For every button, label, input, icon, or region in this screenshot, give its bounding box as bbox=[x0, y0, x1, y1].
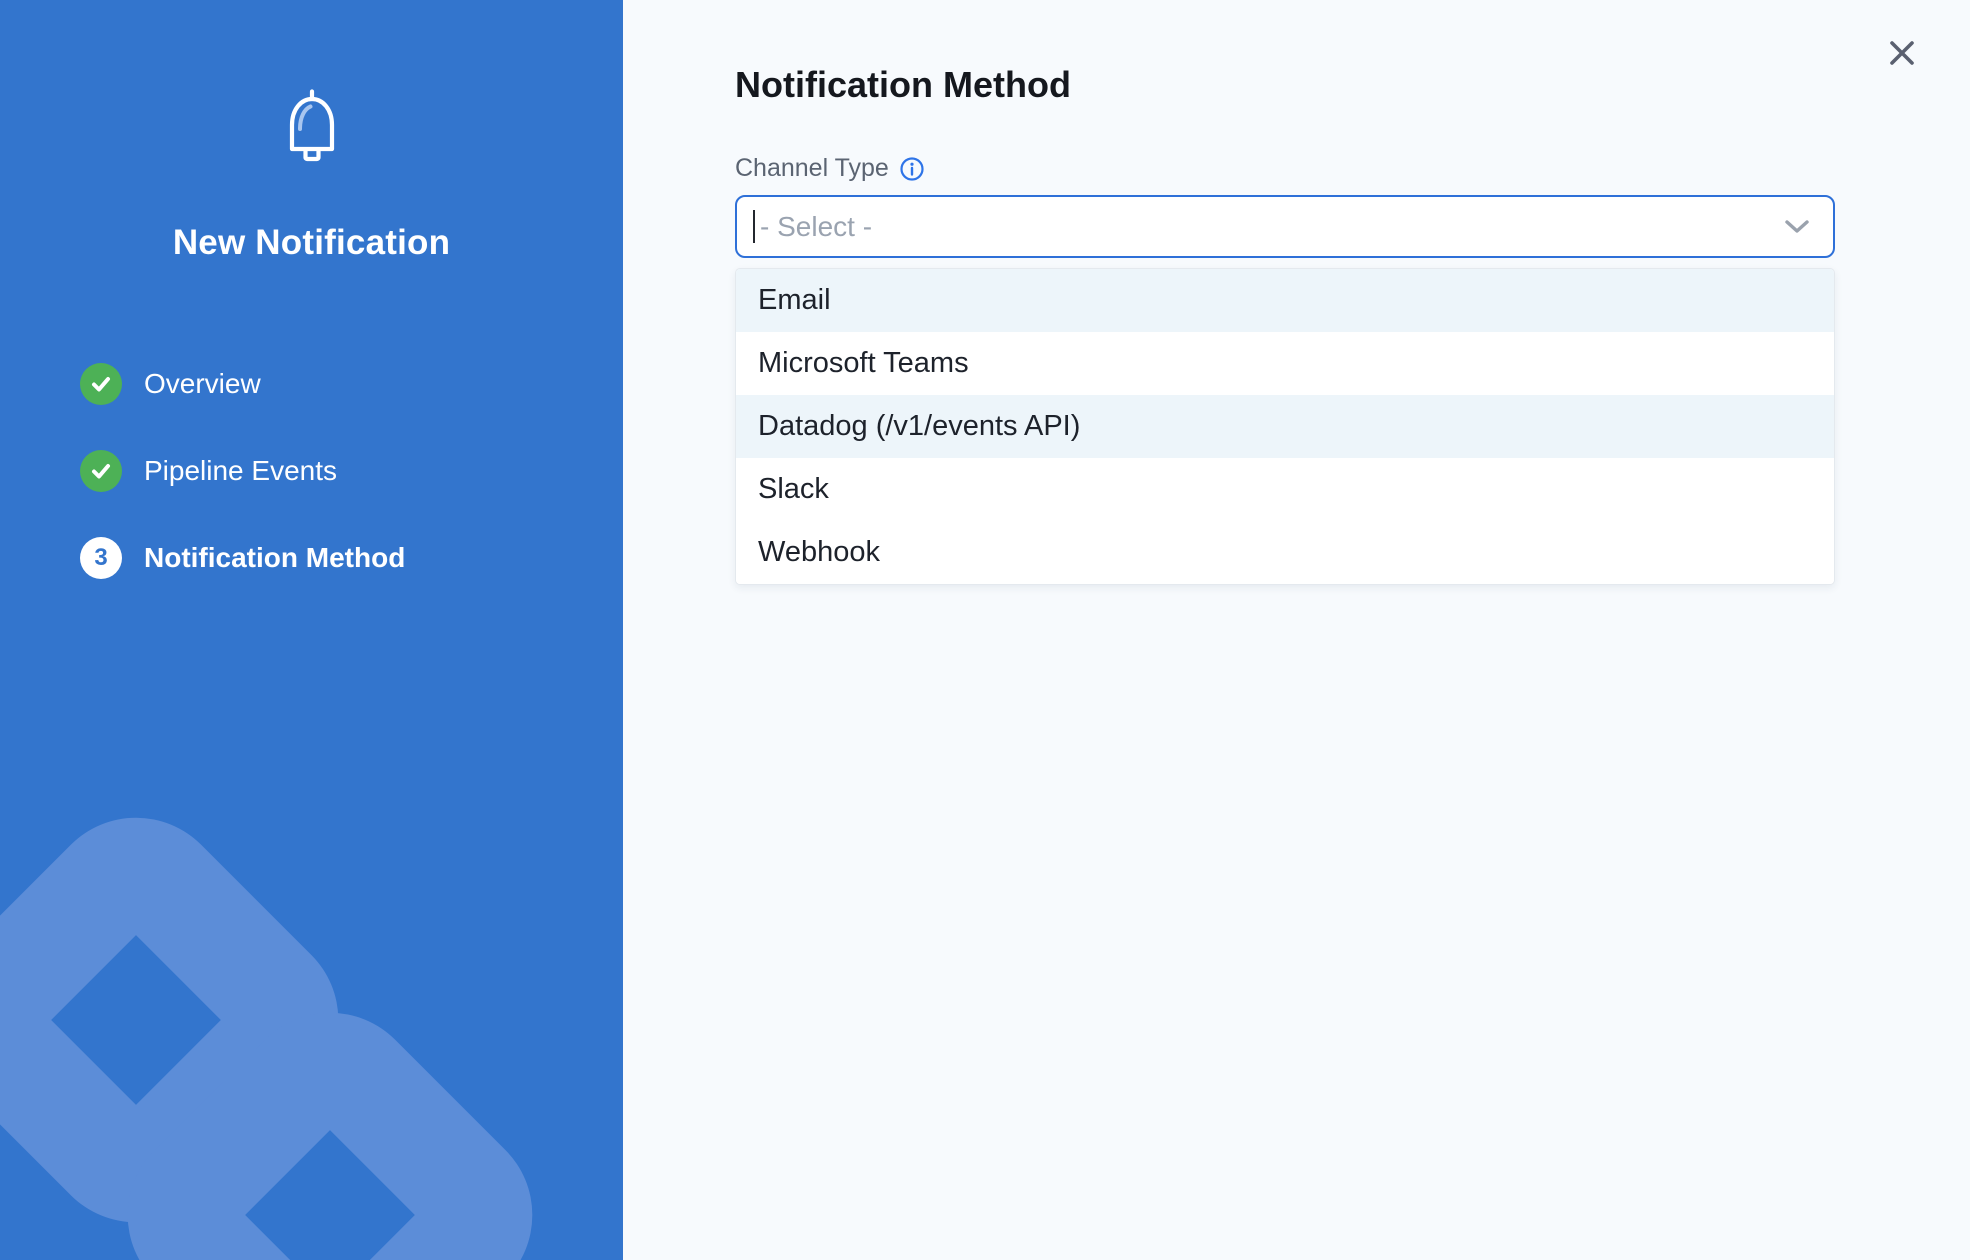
option-email[interactable]: Email bbox=[736, 269, 1834, 332]
text-caret bbox=[753, 210, 755, 243]
step-overview[interactable]: Overview bbox=[80, 363, 623, 405]
step-label: Overview bbox=[144, 368, 261, 400]
option-slack[interactable]: Slack bbox=[736, 458, 1834, 521]
check-circle-icon bbox=[80, 450, 122, 492]
option-datadog[interactable]: Datadog (/v1/events API) bbox=[736, 395, 1834, 458]
wizard-sidebar: New Notification Overview bbox=[0, 0, 623, 1260]
info-icon[interactable] bbox=[899, 156, 925, 182]
step-label: Notification Method bbox=[144, 542, 405, 574]
channel-type-dropdown: Email Microsoft Teams Datadog (/v1/event… bbox=[735, 268, 1835, 585]
page-title: Notification Method bbox=[735, 64, 1970, 106]
channel-type-label: Channel Type bbox=[735, 154, 889, 183]
wizard-main-panel: Notification Method Channel Type - Selec… bbox=[623, 0, 1970, 1260]
step-notification-method[interactable]: 3 Notification Method bbox=[80, 537, 623, 579]
step-label: Pipeline Events bbox=[144, 455, 337, 487]
wizard-steps: Overview Pipeline Events 3 Notification … bbox=[0, 363, 623, 579]
option-webhook[interactable]: Webhook bbox=[736, 521, 1834, 584]
bell-icon bbox=[279, 88, 345, 171]
close-button[interactable] bbox=[1880, 32, 1924, 76]
new-notification-modal: New Notification Overview bbox=[0, 0, 1970, 1260]
step-pipeline-events[interactable]: Pipeline Events bbox=[80, 450, 623, 492]
select-placeholder: - Select - bbox=[760, 211, 1783, 243]
option-microsoft-teams[interactable]: Microsoft Teams bbox=[736, 332, 1834, 395]
check-circle-icon bbox=[80, 363, 122, 405]
channel-type-select[interactable]: - Select - bbox=[735, 195, 1835, 258]
close-icon bbox=[1886, 37, 1918, 72]
chevron-down-icon[interactable] bbox=[1783, 218, 1811, 236]
wizard-title: New Notification bbox=[0, 223, 623, 263]
step-number-badge: 3 bbox=[80, 537, 122, 579]
